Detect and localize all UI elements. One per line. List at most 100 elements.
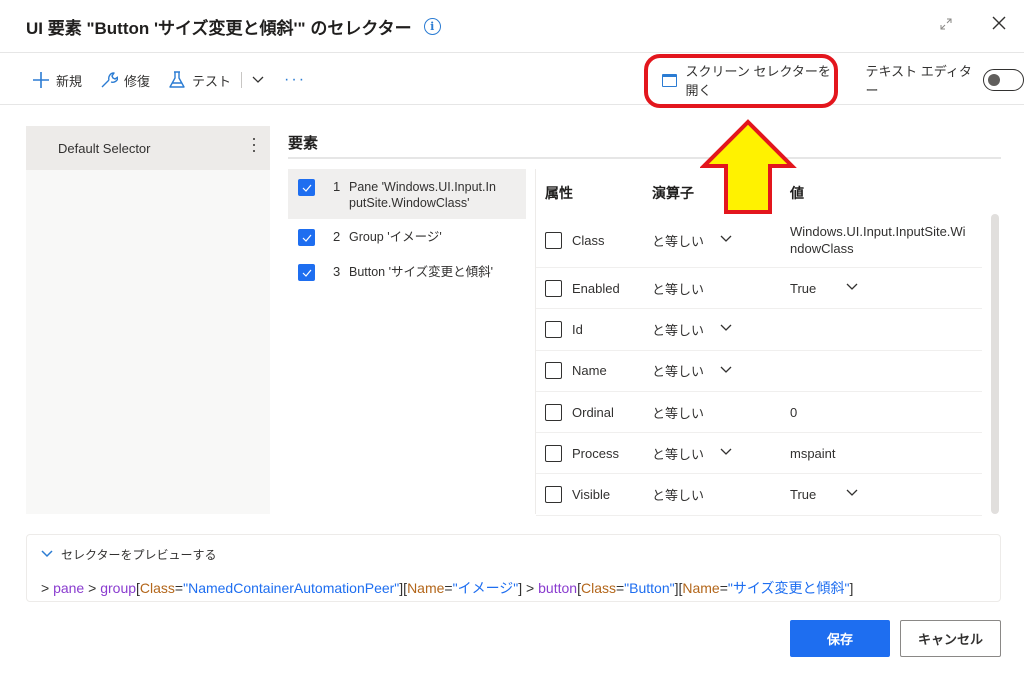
chevron-down-icon[interactable] xyxy=(846,486,858,503)
preview-token-op: ] > xyxy=(518,580,539,596)
toggle-knob xyxy=(987,74,1000,86)
operator-label: と等しい xyxy=(652,233,705,249)
attribute-row-enabled: Enabled と等しい True xyxy=(536,268,982,310)
test-button-label: テスト xyxy=(192,73,232,89)
test-dropdown-chevron-icon[interactable] xyxy=(252,73,264,87)
preview-toggle[interactable]: セレクターをプレビューする xyxy=(41,546,217,563)
header-divider xyxy=(0,52,1024,53)
operator-label: と等しい xyxy=(652,322,705,338)
toolbar-divider xyxy=(0,104,1024,105)
toolbar: 新規 修復 テスト ··· xyxy=(32,66,306,94)
attribute-name: Name xyxy=(572,363,607,379)
element-number: 2 xyxy=(333,229,341,244)
test-button[interactable]: テスト xyxy=(168,71,231,90)
preview-token-op: = xyxy=(444,580,453,596)
operator-select[interactable]: と等しい xyxy=(652,444,732,463)
value-field[interactable]: 0 xyxy=(790,404,970,421)
text-editor-toggle-group: テキスト エディター xyxy=(866,61,1024,99)
value-field[interactable]: Windows.UI.Input.InputSite.WindowClass xyxy=(790,223,970,257)
value-text: mspaint xyxy=(790,445,836,461)
elements-title: 要素 xyxy=(288,135,319,152)
more-options-icon[interactable]: ··· xyxy=(284,71,306,89)
cancel-button[interactable]: キャンセル xyxy=(900,620,1001,657)
attribute-checkbox[interactable] xyxy=(545,403,562,421)
attribute-row-id: Id と等しい xyxy=(536,309,982,351)
operator-select[interactable]: と等しい xyxy=(652,361,732,380)
attribute-checkbox[interactable] xyxy=(545,444,562,462)
operator-select[interactable]: と等しい xyxy=(652,403,704,422)
element-checkbox-2[interactable] xyxy=(298,229,315,246)
element-checkbox-3[interactable] xyxy=(298,264,315,281)
operator-select[interactable]: と等しい xyxy=(652,231,732,250)
element-label: Button 'サイズ変更と傾斜' xyxy=(349,265,494,279)
operator-select[interactable]: と等しい xyxy=(652,279,704,298)
operator-label: と等しい xyxy=(652,364,705,380)
attribute-checkbox[interactable] xyxy=(545,320,562,338)
value-field[interactable]: mspaint xyxy=(790,445,970,462)
preview-token-attr: Name xyxy=(407,580,445,596)
attribute-name: Id xyxy=(572,321,583,337)
attribute-checkbox[interactable] xyxy=(545,231,562,249)
plus-icon xyxy=(32,71,50,89)
value-text: 0 xyxy=(790,404,798,420)
element-item-1[interactable]: 1 Pane 'Windows.UI.Input.InputSite.Windo… xyxy=(288,169,526,219)
attribute-name: Class xyxy=(572,232,605,248)
close-icon[interactable] xyxy=(992,14,1006,35)
preview-token-op: = xyxy=(719,580,728,596)
value-field[interactable]: True xyxy=(790,486,970,503)
repair-button-label: 修復 xyxy=(124,73,151,89)
expand-icon[interactable] xyxy=(940,18,952,30)
attribute-row-name: Name と等しい xyxy=(536,351,982,392)
operator-column-header: 演算子 xyxy=(652,185,694,201)
chevron-down-icon[interactable] xyxy=(720,323,732,335)
element-label: Group 'イメージ' xyxy=(349,230,442,244)
preview-selector-text: > pane > group[Class="NamedContainerAuto… xyxy=(41,578,853,598)
operator-label: と等しい xyxy=(652,488,705,504)
element-number: 1 xyxy=(333,179,341,194)
attributes-scrollbar[interactable] xyxy=(991,214,999,514)
elements-list: 1 Pane 'Windows.UI.Input.InputSite.Windo… xyxy=(288,169,526,289)
operator-label: と等しい xyxy=(652,405,705,421)
attribute-row-ordinal: Ordinal と等しい 0 xyxy=(536,392,982,434)
attribute-row-class: Class と等しい Windows.UI.Input.InputSite.Wind… xyxy=(536,213,982,268)
preview-token-op: = xyxy=(615,580,625,596)
save-button[interactable]: 保存 xyxy=(790,620,890,657)
wrench-icon xyxy=(100,71,119,89)
attribute-row-visible: Visible と等しい True xyxy=(536,474,982,516)
operator-select[interactable]: と等しい xyxy=(652,485,704,504)
value-field[interactable]: True xyxy=(790,280,970,297)
element-checkbox-1[interactable] xyxy=(298,179,315,196)
chevron-down-icon[interactable] xyxy=(720,447,732,459)
selector-item-default[interactable]: Default Selector xyxy=(26,126,270,170)
open-screen-selector-label: スクリーン セレクターを開く xyxy=(685,64,831,98)
element-label: Pane 'Windows.UI.Input.InputSite.WindowC… xyxy=(349,180,496,210)
info-icon[interactable]: i xyxy=(423,18,441,35)
chevron-down-icon[interactable] xyxy=(720,234,732,246)
new-button[interactable]: 新規 xyxy=(32,71,82,90)
new-button-label: 新規 xyxy=(56,73,83,89)
selector-more-icon[interactable] xyxy=(252,138,256,152)
element-number: 3 xyxy=(333,264,341,279)
repair-button[interactable]: 修復 xyxy=(100,71,150,90)
attribute-checkbox[interactable] xyxy=(545,362,562,380)
operator-label: と等しい xyxy=(652,281,705,297)
attribute-name: Ordinal xyxy=(572,404,614,420)
attribute-checkbox[interactable] xyxy=(545,486,562,504)
element-item-3[interactable]: 3 Button 'サイズ変更と傾斜' xyxy=(288,254,526,289)
value-column-header: 値 xyxy=(790,185,804,201)
preview-token-attr: Name xyxy=(682,580,720,596)
attribute-name: Enabled xyxy=(572,280,620,296)
preview-toggle-label: セレクターをプレビューする xyxy=(61,548,217,562)
toolbar-separator xyxy=(241,72,243,88)
flask-icon xyxy=(168,71,186,89)
text-editor-toggle[interactable] xyxy=(982,69,1024,91)
operator-select[interactable]: と等しい xyxy=(652,320,732,339)
preview-token-attr: Class xyxy=(580,580,616,596)
open-screen-selector-button[interactable]: スクリーン セレクターを開く xyxy=(662,61,840,99)
chevron-down-icon[interactable] xyxy=(846,280,858,297)
chevron-down-icon[interactable] xyxy=(720,365,732,377)
value-text: True xyxy=(790,487,817,503)
attribute-checkbox[interactable] xyxy=(545,279,562,297)
element-item-2[interactable]: 2 Group 'イメージ' xyxy=(288,219,526,254)
text-editor-label: テキスト エディター xyxy=(865,64,972,98)
